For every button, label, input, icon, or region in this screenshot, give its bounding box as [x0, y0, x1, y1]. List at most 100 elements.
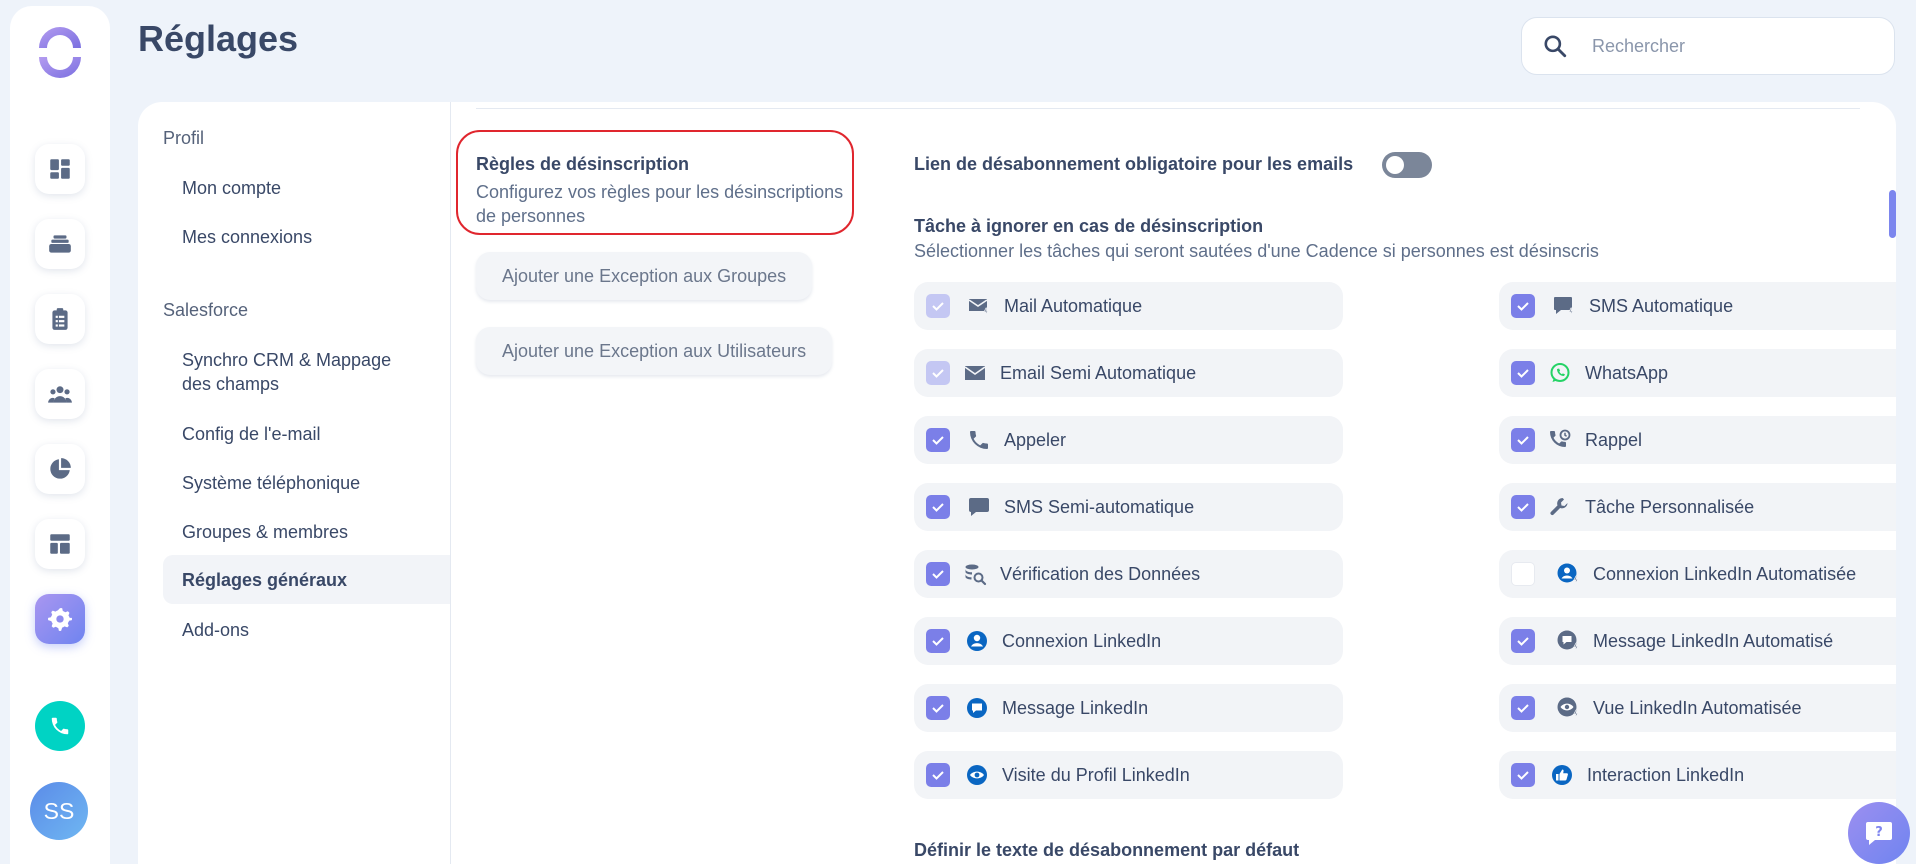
task-label: Appeler	[1004, 429, 1067, 450]
app-logo[interactable]	[35, 26, 85, 80]
svg-text:?: ?	[1875, 825, 1883, 840]
eye-icon	[964, 762, 990, 788]
search-box[interactable]	[1521, 17, 1895, 75]
mandatory-link-toggle[interactable]	[1382, 152, 1432, 178]
tasks-stack-icon[interactable]	[35, 219, 85, 269]
page-title: Réglages	[138, 18, 299, 59]
nav-item-reglages-generaux[interactable]: Réglages généraux	[163, 555, 450, 604]
nav-item-mes-connexions[interactable]: Mes connexions	[163, 225, 450, 249]
task-sms-automatique[interactable]: SMS Automatique	[1499, 282, 1896, 330]
task-label: Vérification des Données	[1000, 563, 1201, 584]
unsubscribe-rules-title: Règles de désinscription	[476, 154, 690, 174]
settings-nav: Profil Mon compte Mes connexions Salesfo…	[138, 102, 451, 864]
task-email-semi-automatique[interactable]: Email Semi Automatique	[914, 349, 1343, 397]
toggle-knob	[1386, 156, 1404, 174]
task-label: Mail Automatique	[1004, 295, 1143, 316]
people-icon[interactable]	[35, 369, 85, 419]
nav-item-synchro-crm[interactable]: Synchro CRM & Mappage des champs	[163, 348, 423, 396]
task-checkbox[interactable]	[1511, 361, 1535, 385]
search-input[interactable]	[1590, 34, 1874, 58]
unsubscribe-rules-description: Configurez vos règles pour les désinscri…	[476, 182, 844, 226]
task-checkbox[interactable]	[926, 361, 950, 385]
settings-card: Profil Mon compte Mes connexions Salesfo…	[138, 102, 1896, 864]
avatar[interactable]: SS	[30, 782, 88, 840]
task-label: Interaction LinkedIn	[1587, 764, 1745, 785]
task-mail-automatique[interactable]: Mail Automatique	[914, 282, 1343, 330]
task-checkbox[interactable]	[926, 629, 950, 653]
nav-item-mon-compte[interactable]: Mon compte	[163, 176, 450, 200]
wrench-icon	[1547, 494, 1573, 520]
nav-item-config-email[interactable]: Config de l'e-mail	[163, 422, 450, 446]
mandatory-link-label: Lien de désabonnement obligatoire pour l…	[914, 154, 1354, 174]
task-checkbox[interactable]	[1511, 495, 1535, 519]
nav-section-salesforce: Salesforce	[163, 300, 249, 320]
task-label: SMS Semi-automatique	[1004, 496, 1195, 517]
task-label: Connexion LinkedIn Automatisée	[1593, 563, 1857, 584]
task-interaction-linkedin[interactable]: Interaction LinkedIn	[1499, 751, 1896, 799]
task-checkbox[interactable]	[926, 428, 950, 452]
template-icon[interactable]	[35, 519, 85, 569]
skip-tasks-title: Tâche à ignorer en cas de désinscription	[914, 216, 1264, 236]
data-check-icon	[962, 561, 988, 587]
linkedin-connect-icon	[964, 628, 990, 654]
task-label: SMS Automatique	[1589, 295, 1734, 316]
task-connexion-linkedin-automatisee[interactable]: Connexion LinkedIn Automatisée	[1499, 550, 1896, 598]
task-sms-semi-automatique[interactable]: SMS Semi-automatique	[914, 483, 1343, 531]
pie-chart-icon[interactable]	[35, 444, 85, 494]
add-user-exception-button[interactable]: Ajouter une Exception aux Utilisateurs	[476, 327, 833, 375]
whatsapp-icon	[1547, 360, 1573, 386]
nav-item-add-ons[interactable]: Add-ons	[163, 618, 450, 642]
task-checkbox[interactable]	[1511, 562, 1535, 586]
search-icon	[1544, 35, 1567, 58]
nav-item-systeme-telephonique[interactable]: Système téléphonique	[163, 471, 450, 495]
task-checkbox[interactable]	[926, 294, 950, 318]
add-group-exception-button[interactable]: Ajouter une Exception aux Groupes	[476, 252, 813, 300]
task-label: Connexion LinkedIn	[1002, 630, 1162, 651]
task-appeler[interactable]: Appeler	[914, 416, 1343, 464]
task-label: Email Semi Automatique	[1000, 362, 1197, 383]
dashboard-icon[interactable]	[35, 144, 85, 194]
task-label: Visite du Profil LinkedIn	[1002, 764, 1190, 785]
task-message-linkedin-automatise[interactable]: Message LinkedIn Automatisé	[1499, 617, 1896, 665]
task-checkbox[interactable]	[926, 763, 950, 787]
gear-icon[interactable]	[35, 594, 85, 644]
task-checkbox[interactable]	[926, 495, 950, 519]
divider	[476, 108, 1860, 109]
task-checkbox[interactable]	[1511, 696, 1535, 720]
mail-auto-icon	[966, 293, 992, 319]
task-checkbox[interactable]	[1511, 763, 1535, 787]
task-checkbox[interactable]	[926, 696, 950, 720]
task-label: Rappel	[1585, 429, 1643, 450]
left-rail: SS	[10, 6, 110, 864]
task-whatsapp[interactable]: WhatsApp	[1499, 349, 1896, 397]
task-label: WhatsApp	[1585, 362, 1669, 383]
nav-item-groupes-membres[interactable]: Groupes & membres	[163, 520, 450, 544]
thumbs-up-icon	[1549, 762, 1575, 788]
task-label: Vue LinkedIn Automatisée	[1593, 697, 1802, 718]
linkedin-auto-message-icon	[1555, 628, 1581, 654]
task-checkbox[interactable]	[926, 562, 950, 586]
nav-section-profil: Profil	[163, 128, 205, 148]
linkedin-message-icon	[964, 695, 990, 721]
linkedin-auto-view-icon	[1555, 695, 1581, 721]
task-rappel[interactable]: Rappel	[1499, 416, 1896, 464]
sms-auto-icon	[1551, 293, 1577, 319]
help-chat-button[interactable]: ?	[1848, 802, 1910, 864]
task-checkbox[interactable]	[1511, 294, 1535, 318]
task-verification-donnees[interactable]: Vérification des Données	[914, 550, 1343, 598]
task-connexion-linkedin[interactable]: Connexion LinkedIn	[914, 617, 1343, 665]
task-visite-profil-linkedin[interactable]: Visite du Profil LinkedIn	[914, 751, 1343, 799]
task-vue-linkedin-automatisee[interactable]: Vue LinkedIn Automatisée	[1499, 684, 1896, 732]
task-tache-personnalisee[interactable]: Tâche Personnalisée	[1499, 483, 1896, 531]
help-chat-icon: ?	[1866, 822, 1892, 845]
task-checkbox[interactable]	[1511, 428, 1535, 452]
task-message-linkedin[interactable]: Message LinkedIn	[914, 684, 1343, 732]
task-checkbox[interactable]	[1511, 629, 1535, 653]
task-label: Message LinkedIn Automatisé	[1593, 630, 1834, 651]
scrollbar-thumb[interactable]	[1889, 190, 1896, 238]
skip-tasks-subtitle: Sélectionner les tâches qui seront sauté…	[914, 241, 1599, 261]
call-button[interactable]	[35, 701, 85, 751]
task-label: Tâche Personnalisée	[1585, 496, 1755, 517]
task-label: Message LinkedIn	[1002, 697, 1149, 718]
clipboard-icon[interactable]	[35, 294, 85, 344]
